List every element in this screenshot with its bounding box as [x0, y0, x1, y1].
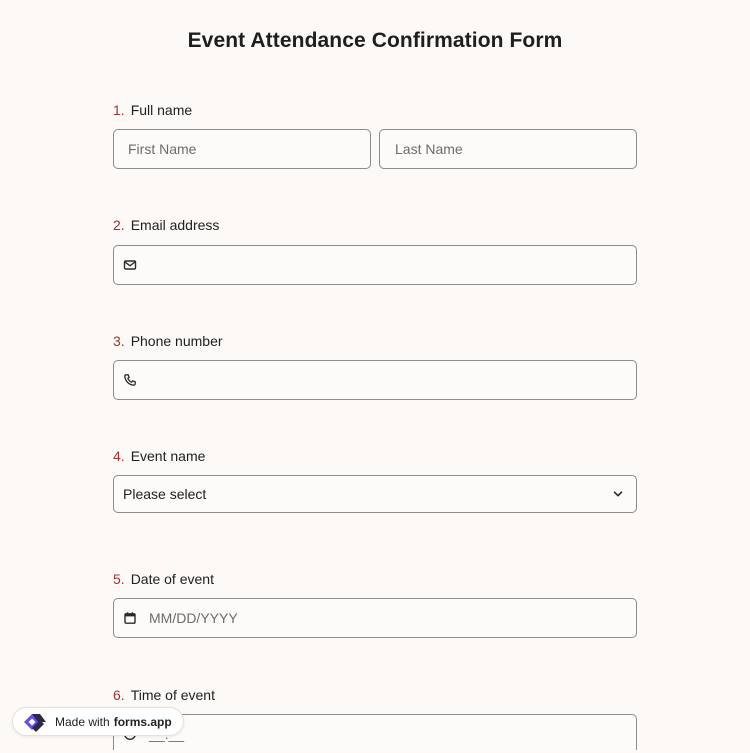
question-label: 4. Event name: [113, 447, 638, 465]
mail-icon: [123, 258, 137, 272]
made-with-forms-app-badge[interactable]: Made with forms.app: [12, 707, 184, 736]
question-full-name: 1. Full name: [113, 101, 638, 119]
question-label: 3. Phone number: [113, 332, 638, 350]
form-title: Event Attendance Confirmation Form: [187, 29, 563, 52]
forms-app-logo-icon: [21, 710, 51, 734]
question-phone: 3. Phone number: [113, 332, 638, 350]
date-placeholder: MM/DD/YYYY: [149, 610, 238, 626]
question-text: Full name: [130, 102, 193, 118]
question-number: 2.: [113, 217, 125, 233]
question-text: Phone number: [130, 333, 223, 349]
phone-input[interactable]: [113, 360, 637, 400]
question-label: 1. Full name: [113, 101, 638, 119]
question-event-name: 4. Event name: [113, 447, 638, 465]
question-text: Time of event: [130, 687, 215, 703]
form-page: Event Attendance Confirmation Form 1. Ful…: [0, 0, 750, 750]
chevron-down-icon: [611, 487, 625, 501]
question-text: Event name: [130, 448, 206, 464]
question-number: 1.: [113, 102, 125, 118]
date-input[interactable]: MM/DD/YYYY: [113, 598, 637, 638]
question-number: 4.: [113, 448, 125, 464]
made-with-text: Made with: [55, 714, 110, 729]
question-number: 5.: [113, 571, 125, 587]
event-name-select[interactable]: Please select: [113, 475, 637, 513]
question-label: 5. Date of event: [113, 570, 638, 588]
question-email: 2. Email address: [113, 216, 638, 234]
time-input[interactable]: __:__: [113, 714, 637, 750]
question-number: 3.: [113, 333, 125, 349]
first-name-placeholder: First Name: [128, 141, 197, 157]
question-text: Email address: [130, 217, 220, 233]
email-input[interactable]: [113, 245, 637, 285]
first-name-input[interactable]: First Name: [113, 129, 371, 169]
phone-icon: [123, 373, 137, 387]
event-select-value: Please select: [123, 486, 207, 502]
last-name-input[interactable]: Last Name: [379, 129, 637, 169]
question-text: Date of event: [130, 571, 214, 587]
question-number: 6.: [113, 687, 125, 703]
calendar-icon: [123, 611, 137, 625]
brand-name: forms.app: [113, 714, 172, 729]
question-date: 5. Date of event: [113, 570, 638, 588]
question-label: 6. Time of event: [113, 686, 638, 704]
question-label: 2. Email address: [113, 216, 638, 234]
question-time: 6. Time of event: [113, 686, 638, 704]
last-name-placeholder: Last Name: [395, 141, 463, 157]
